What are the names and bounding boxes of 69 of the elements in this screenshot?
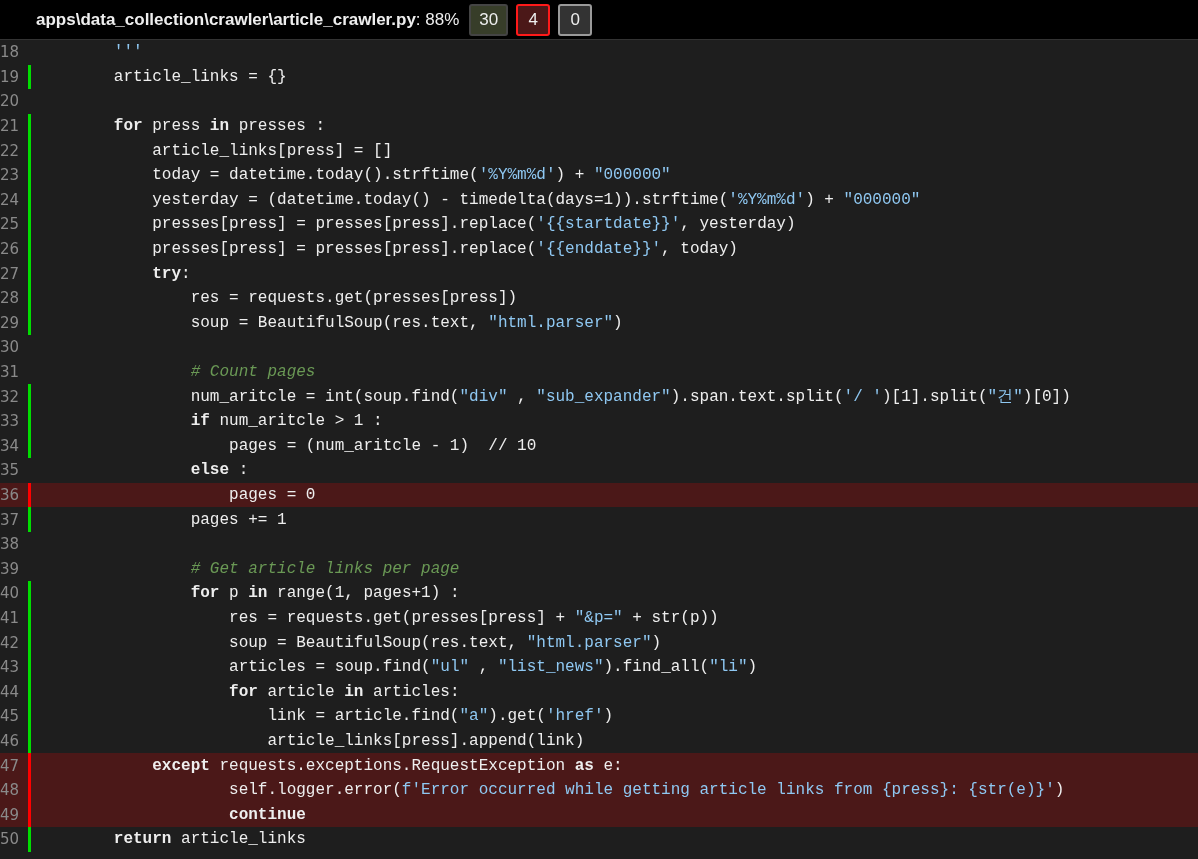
line-number: 42 [0,633,21,652]
code-line: try: [151,264,191,283]
line-number: 24 [0,190,21,209]
filter-toggle-button[interactable]: 30 [469,3,509,36]
line-number: 19 [0,67,21,86]
line-number: 38 [0,535,21,554]
code-line: today = datetime.today().strftime('%Y%m%d') + "000000" [151,166,671,185]
line-number: 33 [0,412,21,431]
code-line: # Get article links per page [189,559,460,578]
line-number: 28 [0,289,21,308]
code-line: soup = BeautifulSoup(res.text, "html.parser") [228,633,662,652]
code-line: pages += 1 [189,510,287,529]
line-number: 20 [0,92,21,111]
code-line: if num_aritcle > 1 : [189,412,383,431]
line-number: 31 [0,363,21,381]
line-number: 50 [0,830,21,849]
code-line: pages = 0 [228,486,316,504]
line-number: 39 [0,559,21,578]
code-line: article_links[press].append(link) [266,731,585,750]
line-number: 41 [0,608,21,627]
code-line: soup = BeautifulSoup(res.text, "html.parser") [189,313,623,332]
line-number: 36 [0,486,21,504]
code-line: except requests.exceptions.RequestException as e: [151,756,623,775]
code-line: # Count pages [189,363,316,381]
code-line: articles = soup.find("ul" , "list_news").find_all("li") [228,658,758,677]
line-number: 47 [0,756,21,775]
code-line: link = article.find("a").get('href') [266,707,614,726]
code-line: ''' [112,43,143,62]
code-line: res = requests.get(presses[press] + "&p=" + str(p)) [228,608,719,627]
code-line: for p in range(1, pages+1) : [189,584,460,603]
code-line: for article in articles: [228,682,460,701]
line-number: 43 [0,658,21,677]
code-line: article_links = {} [112,67,287,86]
code-line: presses[press] = presses[press].replace('{{enddate}}', today) [151,240,738,259]
line-number: 21 [0,117,21,136]
line-number: 46 [0,731,21,750]
code-line: presses[press] = presses[press].replace('{{startdate}}', yesterday) [151,215,796,234]
code-line: num_aritcle = int(soup.find("div" , "sub_expander").span.text.split('/ ')[1].split("건")[0]) [189,387,1071,408]
filter-toggle-button[interactable]: 4 [516,3,551,36]
line-number: 27 [0,264,21,283]
filter-toggle-button[interactable]: 0 [558,3,593,36]
line-number: 37 [0,510,21,529]
code-line: self.logger.error(f'Error occurred while getting article links from {press}: {str(e)}') [228,781,1065,800]
file-path: apps\data_collection\crawler\article_crawler.py [36,9,416,30]
coverage-percent: : 88% [415,9,460,30]
line-number: 44 [0,682,21,701]
line-number: 23 [0,166,21,185]
code-line: res = requests.get(presses[press]) [189,289,518,308]
line-number: 32 [0,387,21,406]
line-number: 48 [0,781,21,800]
line-number: 26 [0,240,21,259]
code-line: return article_links [112,830,306,849]
line-number: 25 [0,215,21,234]
code-line: else : [189,461,249,480]
line-number: 30 [0,338,21,357]
coverage-bar [28,64,31,90]
line-number: 40 [0,584,21,603]
line-number: 22 [0,141,21,160]
line-number: 35 [0,461,21,480]
line-number: 45 [0,707,21,726]
line-number: 49 [0,805,21,824]
code-line: continue [228,805,306,824]
code-line: pages = (num_aritcle - 1) // 10 [228,436,537,455]
code-line: for press in presses : [112,117,326,136]
code-line: article_links[press] = [] [151,141,393,160]
line-number: 29 [0,313,21,332]
line-number: 34 [0,436,21,455]
code-line: yesterday = (datetime.today() - timedelta(days=1)).strftime('%Y%m%d') + "000000" [151,190,921,209]
line-number: 18 [0,43,21,62]
